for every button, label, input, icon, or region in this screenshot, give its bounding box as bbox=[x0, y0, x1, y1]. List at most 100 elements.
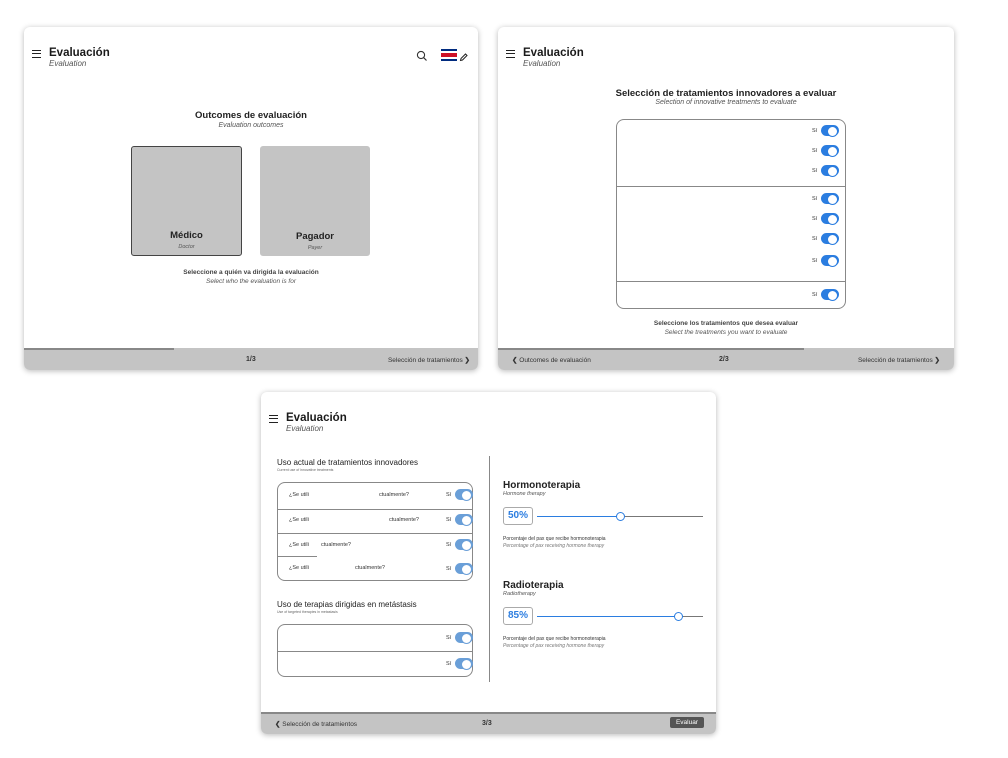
therapy-subtitle: Hormone therapy bbox=[503, 491, 546, 497]
therapy-toggle[interactable]: Sí bbox=[446, 658, 474, 670]
chevron-right-icon: ❯ bbox=[464, 357, 470, 364]
instruction: Seleccione los tratamientos que desea ev… bbox=[653, 320, 799, 327]
toggle-switch[interactable] bbox=[821, 125, 840, 137]
question-toggle[interactable]: Sí bbox=[446, 489, 474, 501]
toggle-switch[interactable] bbox=[821, 233, 840, 245]
page-indicator: 2/3 bbox=[719, 356, 729, 363]
progress-bar bbox=[24, 348, 174, 350]
next-button[interactable]: Selección de tratamientos ❯ bbox=[858, 356, 940, 364]
treatment-toggle[interactable]: Sí bbox=[812, 145, 840, 157]
toggle-switch[interactable] bbox=[821, 289, 840, 301]
chevron-left-icon: ❮ bbox=[275, 721, 281, 728]
toggle-switch[interactable] bbox=[455, 632, 474, 644]
toggle-switch[interactable] bbox=[821, 165, 840, 177]
menu-icon[interactable] bbox=[506, 50, 515, 58]
app-subtitle: Evaluation bbox=[49, 59, 87, 68]
section2-subtitle: Use of targeted therapies in metastasis bbox=[277, 610, 338, 614]
therapy-description: Porcentaje del pax que recibe hormonoter… bbox=[503, 536, 606, 542]
treatment-toggle[interactable]: Sí bbox=[812, 193, 840, 205]
question-toggle[interactable]: Sí bbox=[446, 563, 474, 575]
column-divider bbox=[489, 456, 490, 682]
question-row: ¿Se utili ctualmente? bbox=[289, 565, 385, 571]
card-payer[interactable]: Pagador Payer bbox=[260, 146, 370, 256]
section2-title: Uso de terapias dirigidas en metástasis bbox=[277, 600, 417, 609]
back-label: Selección de tratamientos bbox=[282, 721, 358, 728]
question-toggle[interactable]: Sí bbox=[446, 539, 474, 551]
list-divider bbox=[616, 186, 846, 187]
section-subheading: Selection of innovative treatments to ev… bbox=[655, 99, 797, 106]
percentage-value[interactable]: 85% bbox=[503, 607, 533, 625]
slider-handle[interactable] bbox=[615, 511, 625, 521]
question-row: ¿Se utili ctualmente? bbox=[289, 517, 419, 523]
app-header: Evaluación Evaluation bbox=[269, 412, 347, 433]
toggle-switch[interactable] bbox=[455, 514, 474, 526]
toggle-switch[interactable] bbox=[821, 145, 840, 157]
instruction-sub: Select the treatments you want to evalua… bbox=[664, 329, 788, 336]
app-title: Evaluación bbox=[49, 47, 110, 59]
section1-title: Uso actual de tratamientos innovadores bbox=[277, 458, 418, 467]
section-heading: Selección de tratamientos innovadores a … bbox=[615, 88, 837, 99]
section-heading: Outcomes de evaluación bbox=[195, 110, 307, 121]
therapy-title: Radioterapia bbox=[503, 580, 564, 591]
back-button[interactable]: ❮ Selección de tratamientos bbox=[275, 720, 357, 728]
evaluate-button[interactable]: Evaluar bbox=[669, 717, 704, 728]
section-subheading: Evaluation outcomes bbox=[218, 122, 284, 129]
screen-evaluation-detail: Evaluación Evaluation Uso actual de trat… bbox=[261, 392, 716, 734]
question-row: ¿Se utili ctualmente? bbox=[289, 542, 351, 548]
toggle-switch[interactable] bbox=[821, 213, 840, 225]
percentage-value[interactable]: 50% bbox=[503, 507, 533, 525]
footer-nav: ❮ Outcomes de evaluación 2/3 Selección d… bbox=[498, 348, 954, 370]
chevron-right-icon: ❯ bbox=[934, 357, 940, 364]
section1-subtitle: Current use of innovative treatments bbox=[277, 468, 334, 472]
card-label: Médico bbox=[170, 230, 203, 241]
instruction-sub: Select who the evaluation is for bbox=[206, 278, 296, 285]
app-header: Evaluación Evaluation bbox=[32, 47, 110, 68]
toggle-switch[interactable] bbox=[455, 489, 474, 501]
toggle-switch[interactable] bbox=[455, 658, 474, 670]
back-button[interactable]: ❮ Outcomes de evaluación bbox=[512, 356, 591, 364]
treatment-toggle[interactable]: Sí bbox=[812, 233, 840, 245]
progress-bar bbox=[261, 712, 716, 714]
footer-nav: ❮ Selección de tratamientos 3/3 Evaluar bbox=[261, 712, 716, 734]
search-icon[interactable] bbox=[416, 49, 428, 61]
therapy-title: Hormonoterapia bbox=[503, 480, 581, 491]
toggle-switch[interactable] bbox=[821, 193, 840, 205]
page-indicator: 1/3 bbox=[246, 356, 256, 363]
therapy-subtitle: Radiotherapy bbox=[503, 591, 536, 597]
toggle-switch[interactable] bbox=[455, 539, 474, 551]
therapy-description-sub: Percentage of pax receiving hormone ther… bbox=[503, 543, 605, 549]
card-sublabel: Payer bbox=[307, 245, 323, 251]
therapy-description: Porcentaje del pax que recibe hormonoter… bbox=[503, 636, 606, 642]
card-sublabel: Doctor bbox=[178, 244, 195, 250]
screen-outcomes: Evaluación Evaluation Outcomes de evalua… bbox=[24, 27, 478, 370]
next-label: Selección de tratamientos bbox=[387, 357, 463, 364]
progress-bar bbox=[498, 348, 804, 350]
app-title: Evaluación bbox=[286, 412, 347, 424]
therapy-description-sub: Percentage of pax receiving hormone ther… bbox=[503, 643, 605, 649]
edit-icon[interactable] bbox=[459, 49, 468, 62]
app-title: Evaluación bbox=[523, 47, 584, 59]
therapy-toggle[interactable]: Sí bbox=[446, 632, 474, 644]
slider-handle[interactable] bbox=[673, 611, 683, 621]
treatment-toggle[interactable]: Sí bbox=[812, 289, 840, 301]
next-label: Selección de tratamientos bbox=[857, 357, 933, 364]
slider-fill bbox=[537, 515, 620, 517]
treatment-toggle[interactable]: Sí bbox=[812, 165, 840, 177]
question-row: ¿Se utili ctualmente? bbox=[289, 492, 409, 498]
chevron-left-icon: ❮ bbox=[512, 357, 518, 364]
treatment-toggle[interactable]: Sí bbox=[812, 125, 840, 137]
treatment-toggle[interactable]: Sí bbox=[812, 255, 840, 267]
menu-icon[interactable] bbox=[32, 50, 41, 58]
app-subtitle: Evaluation bbox=[523, 59, 561, 68]
menu-icon[interactable] bbox=[269, 415, 278, 423]
card-label: Pagador bbox=[295, 231, 334, 242]
list-divider bbox=[616, 281, 846, 282]
toggle-switch[interactable] bbox=[821, 255, 840, 267]
question-toggle[interactable]: Sí bbox=[446, 514, 474, 526]
card-doctor[interactable]: Médico Doctor bbox=[131, 146, 242, 256]
treatment-toggle[interactable]: Sí bbox=[812, 213, 840, 225]
toggle-switch[interactable] bbox=[455, 563, 474, 575]
footer-nav: 1/3 Selección de tratamientos ❯ bbox=[24, 348, 478, 370]
flag-icon[interactable] bbox=[441, 48, 457, 61]
next-button[interactable]: Selección de tratamientos ❯ bbox=[388, 356, 470, 364]
